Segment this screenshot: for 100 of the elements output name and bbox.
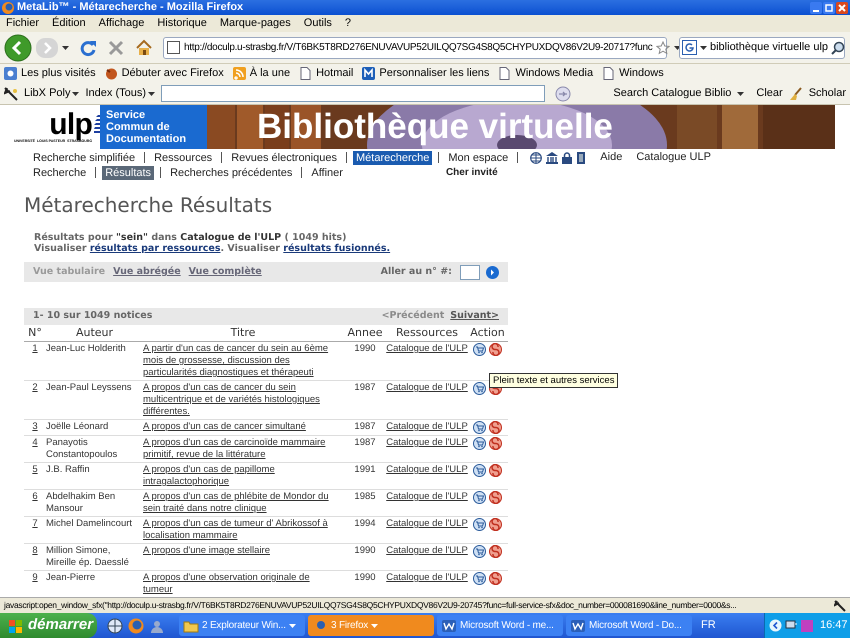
menu-item[interactable]: Fichier — [6, 15, 40, 32]
cart-icon[interactable] — [473, 545, 486, 558]
reload-icon[interactable] — [79, 38, 97, 56]
swirl-icon[interactable] — [489, 545, 502, 558]
firefox-icon[interactable] — [128, 618, 144, 634]
cart-icon[interactable] — [473, 421, 486, 434]
home-icon[interactable] — [135, 38, 153, 56]
taskbar-button[interactable]: Microsoft Word - me... — [437, 615, 563, 636]
cart-icon[interactable] — [473, 572, 486, 585]
title-link[interactable]: A propos d'un cas de cancer du sein multicentrique et de variétés histologiques différentes. — [143, 382, 339, 418]
resource-link[interactable]: Catalogue de l'ULP — [386, 491, 468, 503]
libx-search-field[interactable] — [161, 85, 546, 102]
star-icon[interactable] — [656, 40, 670, 54]
menu-item[interactable]: ? — [344, 15, 352, 32]
record-number-link[interactable]: 3 — [32, 421, 38, 433]
search-icon[interactable] — [831, 40, 846, 54]
back-icon[interactable] — [4, 34, 32, 62]
subnav-tab[interactable]: Résultats — [102, 166, 154, 180]
stop-icon[interactable] — [107, 38, 125, 56]
cart-icon[interactable] — [473, 518, 486, 531]
title-link[interactable]: A propos d'un cas de tumeur d' Abrikossof à localisation mammaire — [143, 518, 339, 542]
search-circle-icon[interactable] — [555, 86, 572, 102]
clear-button[interactable]: Clear — [756, 85, 783, 102]
title-link[interactable]: A propos d'une image stellaire — [143, 545, 339, 557]
lock-icon[interactable] — [562, 152, 572, 164]
bookmark-item[interactable]: Débuter avec Firefox — [104, 65, 224, 82]
menu-item[interactable]: Marque-pages — [220, 15, 291, 32]
cart-icon[interactable] — [473, 343, 486, 356]
caret-icon[interactable] — [700, 46, 707, 50]
close-icon[interactable] — [836, 2, 848, 14]
swirl-icon[interactable] — [489, 421, 502, 434]
globe-icon[interactable] — [107, 618, 123, 634]
bookmark-item[interactable]: Windows — [602, 65, 664, 82]
title-link[interactable]: A propos d'un cas de phlébite de Mondor du sein traité dans notre clinique — [143, 491, 339, 515]
cart-icon[interactable] — [473, 382, 486, 395]
title-link[interactable]: A partir d'un cas de cancer du sein au 6ème mois de grossesse, discussion des particularités diagnostiques et thérapeuti — [143, 343, 339, 379]
record-number-link[interactable]: 9 — [32, 572, 38, 584]
chevron-icon[interactable] — [769, 619, 782, 632]
dropdown-menu[interactable]: LibX Poly — [24, 85, 80, 102]
swirl-icon[interactable] — [489, 464, 502, 477]
swirl-icon[interactable] — [489, 437, 502, 450]
goto-input[interactable] — [460, 264, 480, 280]
swirl-icon[interactable] — [489, 572, 502, 585]
pager-link[interactable]: Suivant> — [450, 309, 499, 324]
menu-item[interactable]: Édition — [52, 15, 86, 32]
nav-link[interactable]: Catalogue ULP — [636, 149, 711, 166]
record-number-link[interactable]: 5 — [32, 464, 38, 476]
search-field[interactable]: bibliothèque virtuelle ulp — [679, 36, 845, 58]
nav-tab[interactable]: Revues électroniques — [228, 150, 340, 164]
record-number-link[interactable]: 1 — [32, 343, 38, 355]
record-number-link[interactable]: 2 — [32, 382, 38, 394]
taskbar-button[interactable]: 2 Explorateur Win... — [179, 615, 305, 636]
bookmark-item[interactable]: Personnaliser les liens — [362, 65, 490, 82]
nav-link[interactable]: Aide — [600, 149, 622, 166]
view-tab[interactable]: Vue complète — [188, 264, 262, 280]
record-number-link[interactable]: 8 — [32, 545, 38, 557]
go-icon[interactable] — [486, 266, 499, 278]
globe-icon[interactable] — [530, 152, 542, 164]
results-link[interactable]: résultats par ressources — [90, 243, 220, 254]
title-link[interactable]: A propos d'un cas de carcinoïde mammaire primitif, revue de la littérature — [143, 437, 339, 461]
cart-icon[interactable] — [473, 464, 486, 477]
cart-icon[interactable] — [473, 437, 486, 450]
menu-item[interactable]: Affichage — [98, 15, 144, 32]
resource-link[interactable]: Catalogue de l'ULP — [386, 464, 468, 476]
language-indicator[interactable]: FR — [701, 617, 716, 634]
swirl-icon[interactable] — [489, 343, 502, 356]
bank-icon[interactable] — [546, 152, 558, 164]
cart-icon[interactable] — [473, 491, 486, 504]
swirl-icon[interactable] — [489, 518, 502, 531]
bookmark-item[interactable]: Windows Media — [498, 65, 594, 82]
caret-icon[interactable] — [737, 92, 744, 96]
taskbar-button[interactable]: Microsoft Word - Do... — [566, 615, 692, 636]
resource-link[interactable]: Catalogue de l'ULP — [386, 421, 468, 433]
subnav-tab[interactable]: Recherche — [30, 166, 90, 180]
resource-link[interactable]: Catalogue de l'ULP — [386, 518, 468, 530]
subnav-tab[interactable]: Affiner — [308, 166, 346, 180]
dropdown-menu[interactable]: Index (Tous) — [85, 85, 156, 102]
resource-link[interactable]: Catalogue de l'ULP — [386, 437, 468, 449]
scholar-button[interactable]: Scholar — [808, 85, 846, 102]
resource-link[interactable]: Catalogue de l'ULP — [386, 343, 468, 355]
results-link[interactable]: résultats fusionnés. — [283, 243, 390, 254]
nav-tab[interactable]: Métarecherche — [352, 150, 432, 164]
subnav-tab[interactable]: Recherches précédentes — [167, 166, 296, 180]
menu-item[interactable]: Historique — [157, 15, 207, 32]
record-number-link[interactable]: 7 — [32, 518, 38, 530]
menu-item[interactable]: Outils — [304, 15, 332, 32]
caret-icon[interactable] — [72, 92, 80, 96]
caret-icon[interactable] — [148, 92, 156, 96]
title-link[interactable]: A propos d'un cas de cancer simultané — [143, 421, 339, 433]
minimize-icon[interactable] — [810, 2, 822, 14]
nav-tab[interactable]: Ressources — [151, 150, 216, 164]
bookmark-item[interactable]: Hotmail — [299, 65, 354, 82]
record-number-link[interactable]: 6 — [32, 491, 38, 503]
door-icon[interactable] — [576, 152, 586, 164]
nav-tab[interactable]: Recherche simplifiée — [30, 150, 138, 164]
nav-tab[interactable]: Mon espace — [445, 150, 512, 164]
maximize-icon[interactable] — [823, 2, 835, 14]
caret-icon[interactable] — [62, 46, 69, 50]
resource-link[interactable]: Catalogue de l'ULP — [386, 572, 468, 584]
title-link[interactable]: A propos d'un cas de papillome intragalactophorique — [143, 464, 339, 488]
